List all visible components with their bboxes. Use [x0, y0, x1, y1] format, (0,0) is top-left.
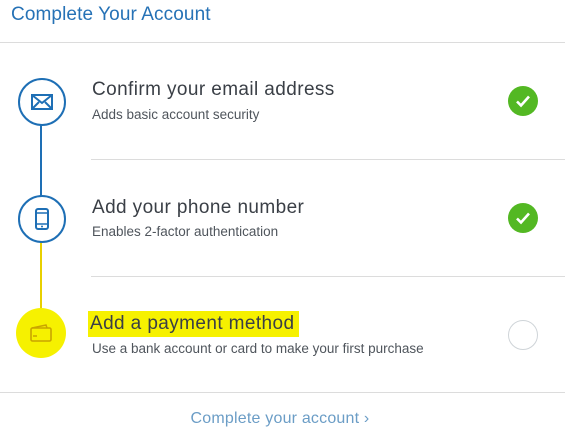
- step-subtitle-phone: Enables 2-factor authentication: [92, 224, 279, 239]
- check-icon: [508, 86, 538, 116]
- envelope-icon: [18, 78, 66, 126]
- step-title-payment[interactable]: Add a payment method: [88, 311, 300, 337]
- row-divider: [91, 276, 565, 277]
- step-title-payment-text[interactable]: Add a payment method: [88, 311, 300, 337]
- step-connector: [40, 241, 42, 313]
- step-connector: [40, 124, 42, 198]
- complete-account-link[interactable]: Complete your account ›: [0, 410, 560, 428]
- step-title-phone: Add your phone number: [92, 197, 305, 218]
- empty-circle-icon[interactable]: [508, 320, 538, 350]
- step-subtitle-email: Adds basic account security: [92, 107, 260, 122]
- step-title-email: Confirm your email address: [92, 79, 335, 100]
- check-icon: [508, 203, 538, 233]
- phone-icon: [18, 195, 66, 243]
- footer-divider: [0, 392, 565, 393]
- wallet-icon[interactable]: [16, 308, 66, 358]
- header-divider: [0, 42, 565, 43]
- step-subtitle-payment: Use a bank account or card to make your …: [92, 341, 424, 356]
- row-divider: [91, 159, 565, 160]
- page-title: Complete Your Account: [11, 4, 211, 25]
